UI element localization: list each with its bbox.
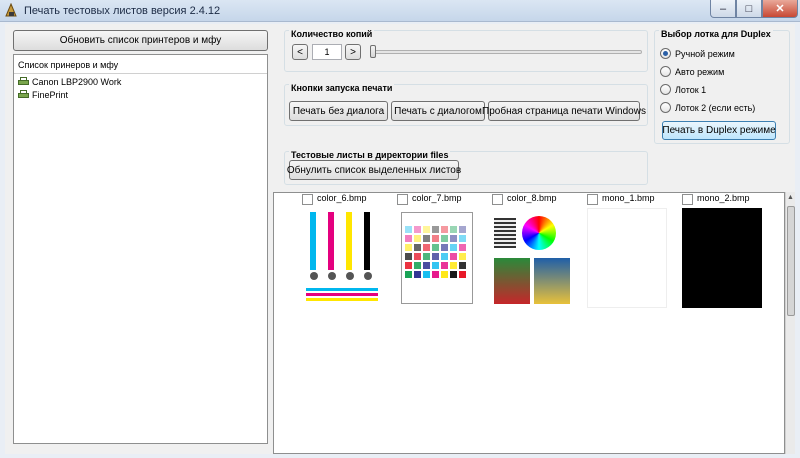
- radio-icon: [660, 66, 671, 77]
- thumbnail-image: [492, 208, 572, 308]
- duplex-option-tray1[interactable]: Лоток 1: [660, 84, 706, 95]
- main-window-body: Обновить список принтеров и мфу Список п…: [5, 24, 795, 454]
- thumbnail-image: [397, 208, 477, 308]
- maximize-icon: □: [745, 2, 753, 15]
- copies-slider-thumb[interactable]: [370, 45, 376, 58]
- radio-icon: [660, 48, 671, 59]
- files-title: Тестовые листы в директории files: [289, 150, 451, 160]
- thumbnail-checkbox[interactable]: [397, 194, 408, 205]
- thumbnail-filename: color_8.bmp: [507, 193, 557, 203]
- thumbnail-filename: mono_1.bmp: [602, 193, 655, 203]
- list-divider: [14, 73, 267, 74]
- launch-title: Кнопки запуска печати: [289, 83, 395, 93]
- duplex-option-manual[interactable]: Ручной режим: [660, 48, 735, 59]
- title-bar: Печать тестовых листов версия 2.4.12 – □…: [0, 0, 800, 22]
- minimize-icon: –: [719, 2, 727, 15]
- thumbnail-image: [682, 208, 762, 308]
- thumbnail-filename: color_6.bmp: [317, 193, 367, 203]
- copies-title: Количество копий: [289, 29, 375, 39]
- thumbnail-checkbox[interactable]: [492, 194, 503, 205]
- printer-item[interactable]: FinePrint: [18, 89, 68, 101]
- thumbnail-filename: mono_2.bmp: [697, 193, 750, 203]
- duplex-option-auto[interactable]: Авто режим: [660, 66, 724, 77]
- duplex-title: Выбор лотка для Duplex: [659, 29, 773, 39]
- printer-icon: [18, 77, 29, 87]
- copies-decrement-button[interactable]: <: [292, 44, 308, 60]
- radio-icon: [660, 102, 671, 113]
- duplex-option-tray2[interactable]: Лоток 2 (если есть): [660, 102, 755, 113]
- thumbnail-checkbox[interactable]: [682, 194, 693, 205]
- printer-list-header: Список принеров и мфу: [18, 60, 119, 70]
- copies-slider[interactable]: [370, 50, 642, 54]
- thumbnail-checkbox[interactable]: [302, 194, 313, 205]
- close-icon: ✕: [775, 3, 785, 15]
- printer-name: Canon LBP2900 Work: [32, 77, 122, 87]
- radio-icon: [660, 84, 671, 95]
- close-button[interactable]: ✕: [762, 0, 798, 18]
- thumbnail-image: [302, 208, 382, 308]
- thumbnail-checkbox[interactable]: [587, 194, 598, 205]
- printer-item[interactable]: Canon LBP2900 Work: [18, 76, 121, 88]
- thumbnail-grid[interactable]: color_1.bmpcolor_2.bmpcolor_3.bmpBLACKCY…: [273, 192, 785, 454]
- app-icon: [5, 3, 17, 17]
- minimize-button[interactable]: –: [710, 0, 736, 18]
- print-with-dialog-button[interactable]: Печать с диалогом: [391, 101, 485, 121]
- maximize-button[interactable]: □: [736, 0, 762, 18]
- copies-input[interactable]: 1: [312, 44, 342, 60]
- copies-increment-button[interactable]: >: [345, 44, 361, 60]
- printer-icon: [18, 90, 29, 100]
- window-title: Печать тестовых листов версия 2.4.12: [24, 5, 221, 17]
- scroll-up-icon[interactable]: ▲: [787, 194, 794, 201]
- printer-list[interactable]: Список принеров и мфу Canon LBP2900 Work…: [13, 54, 268, 444]
- duplex-print-button[interactable]: Печать в Duplex режиме: [662, 121, 776, 140]
- thumbnail-image: [587, 208, 667, 308]
- refresh-printers-button[interactable]: Обновить список принтеров и мфу: [13, 30, 268, 51]
- scrollbar-thumb[interactable]: [787, 206, 795, 316]
- windows-test-page-button[interactable]: Пробная страница печати Windows: [482, 101, 646, 121]
- printer-name: FinePrint: [32, 90, 69, 100]
- clear-selection-button[interactable]: Обнулить список выделенных листов: [287, 160, 461, 180]
- thumbnail-filename: color_7.bmp: [412, 193, 462, 203]
- print-without-dialog-button[interactable]: Печать без диалога: [289, 101, 388, 121]
- thumbnail-scrollbar[interactable]: ▲: [785, 192, 795, 454]
